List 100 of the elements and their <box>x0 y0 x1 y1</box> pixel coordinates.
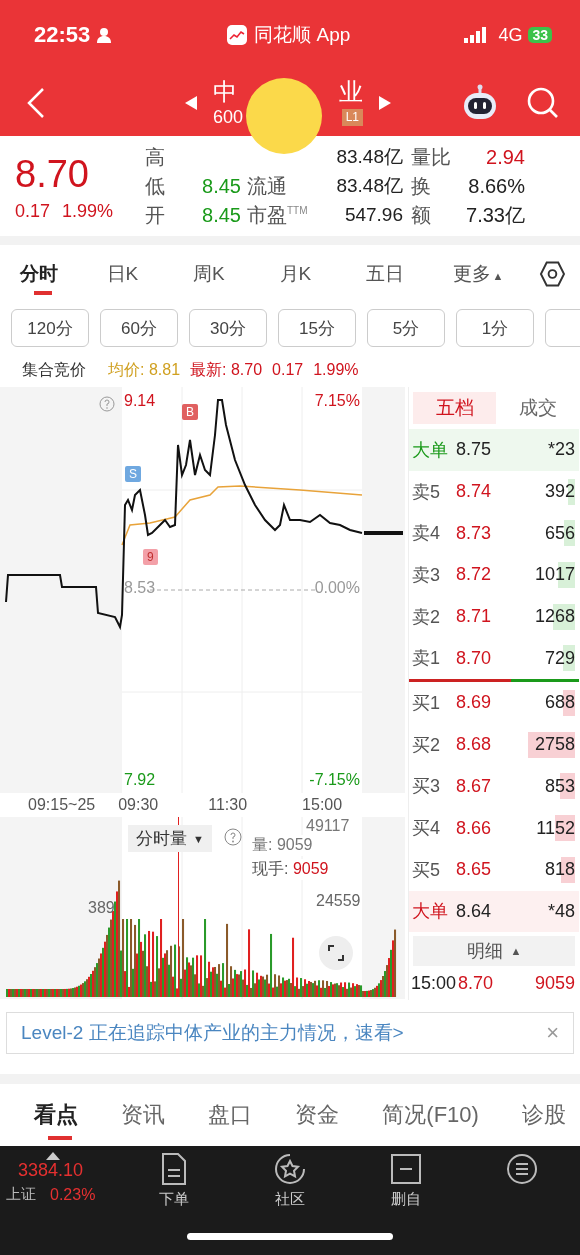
battery-level: 33 <box>528 27 552 43</box>
order-price: 8.67 <box>456 775 493 797</box>
order-price: 8.69 <box>456 692 493 714</box>
order-label: 买2 <box>412 733 441 757</box>
order-label: 买3 <box>412 775 441 799</box>
order-price: 8.64 <box>456 900 493 922</box>
nav-item[interactable]: 社区 <box>232 1152 348 1255</box>
up-arrow-icon <box>46 1152 60 1161</box>
order-book-tab[interactable]: 成交 <box>496 392 579 424</box>
next-icon[interactable] <box>377 95 393 111</box>
order-price: 8.72 <box>456 564 493 586</box>
order-volume: 1017 <box>534 564 575 586</box>
stat-value: 83.48亿 <box>335 174 403 198</box>
order-label: 卖4 <box>412 522 441 546</box>
search-icon[interactable] <box>526 86 560 120</box>
minus-box-icon[interactable] <box>389 1152 423 1187</box>
stat-value: 8.45 <box>201 174 241 198</box>
index-name: 上证 <box>6 1185 36 1205</box>
order-volume: 853 <box>544 775 575 797</box>
previous-icon[interactable] <box>183 95 199 111</box>
app-name: 同花顺 App <box>254 23 351 47</box>
content-tab[interactable]: 盘口 <box>208 1084 253 1147</box>
content-tab[interactable]: 诊股 <box>521 1084 566 1147</box>
stat-label: 市盈$^{TTM}$ <box>246 203 309 228</box>
volume-label: 量: 9059 <box>252 835 313 856</box>
index-value: 3384.10 <box>18 1160 84 1182</box>
stat-label: 量比 <box>410 145 451 170</box>
time-label: 11:30 <box>208 796 248 814</box>
nav-item[interactable]: 删自 <box>348 1152 464 1255</box>
chart-tab[interactable]: 更多▲ <box>452 245 540 303</box>
stat-value: 83.48亿 <box>335 145 403 169</box>
order-price: 8.75 <box>456 439 493 461</box>
chart-tab[interactable]: 日K <box>106 245 194 303</box>
stat-value: 2.94 <box>485 145 525 169</box>
axis-label: 24559 <box>316 892 361 910</box>
nav-item[interactable]: 下单 <box>116 1152 232 1255</box>
axis-label: 0.00% <box>314 579 360 597</box>
average-price: 均价: 8.81 <box>108 359 181 380</box>
order-volume: 818 <box>544 859 575 881</box>
order-label: 大单 <box>412 900 449 924</box>
star-icon[interactable] <box>273 1152 307 1187</box>
order-price: 8.74 <box>456 481 493 503</box>
index-change: 0.23% <box>50 1185 96 1204</box>
period-button[interactable]: 15分 <box>278 309 356 347</box>
chart-tab[interactable]: 月K <box>279 245 367 303</box>
axis-label: 7.15% <box>314 392 360 410</box>
order-volume: 656 <box>544 522 575 544</box>
period-button[interactable]: 60分 <box>100 309 178 347</box>
axis-label: 49117 <box>306 817 350 835</box>
signal-icon <box>464 27 489 43</box>
notice-text: Level-2 正在追踪中体产业的主力情况，速看> <box>21 1021 404 1046</box>
trade-volume: 9059 <box>534 972 575 994</box>
chart-tab[interactable]: 五日 <box>366 245 453 303</box>
stat-label: 高 <box>145 145 166 170</box>
order-label: 卖2 <box>412 605 441 629</box>
order-volume: 1152 <box>536 817 575 839</box>
stat-label: 低 <box>145 174 166 199</box>
content-tab[interactable]: 简况(F10) <box>382 1084 479 1147</box>
axis-label: -7.15% <box>309 771 360 789</box>
order-label: 卖3 <box>412 563 441 587</box>
trade-marker: B <box>182 404 198 420</box>
period-button[interactable]: 5分 <box>367 309 445 347</box>
time-label: 09:30 <box>118 796 159 814</box>
app-icon <box>226 24 249 46</box>
settings-icon[interactable] <box>539 260 566 288</box>
order-label: 买5 <box>412 858 441 882</box>
order-volume: 729 <box>544 647 575 669</box>
period-button[interactable]: 1分 <box>456 309 534 347</box>
period-button[interactable]: 30分 <box>189 309 267 347</box>
trade-time: 15:00 <box>411 972 457 994</box>
order-label: 卖1 <box>412 647 441 671</box>
chart-tab[interactable]: 周K <box>193 245 280 303</box>
last-price: 8.70 <box>15 151 90 197</box>
menu-icon[interactable] <box>505 1152 539 1187</box>
indicator-selector[interactable]: 分时量 ▼ <box>128 825 212 852</box>
back-icon[interactable] <box>26 87 46 119</box>
order-label: 买1 <box>412 691 441 715</box>
order-volume: 1268 <box>534 606 575 628</box>
notice-banner[interactable]: Level-2 正在追踪中体产业的主力情况，速看> × <box>6 1012 574 1055</box>
order-label: 买4 <box>412 817 441 841</box>
order-label: 卖5 <box>412 480 441 504</box>
order-book-tab[interactable]: 五档 <box>413 392 496 424</box>
level-badge: L1 <box>341 108 363 126</box>
order-label: 大单 <box>412 438 449 462</box>
axis-label: 389 <box>88 899 115 917</box>
trade-price: 8.70 <box>458 972 494 994</box>
period-button[interactable]: 120分 <box>11 309 89 347</box>
current-hand-label: 现手: 9059 <box>252 859 329 880</box>
help-icon[interactable] <box>224 828 242 846</box>
fullscreen-icon[interactable] <box>318 935 354 971</box>
stat-value: 547.96 <box>343 204 403 226</box>
stat-value: 8.66% <box>467 174 525 198</box>
stock-title: 中 <box>213 78 237 106</box>
stat-label: 换 <box>410 174 432 199</box>
order-volume: 688 <box>544 692 575 714</box>
order-price: 8.73 <box>456 522 493 544</box>
content-tab[interactable]: 资金 <box>295 1084 340 1147</box>
detail-toggle[interactable]: 明细 ▲ <box>413 936 575 967</box>
status-time: 22:53 <box>34 22 91 48</box>
content-tab[interactable]: 资讯 <box>121 1084 166 1147</box>
